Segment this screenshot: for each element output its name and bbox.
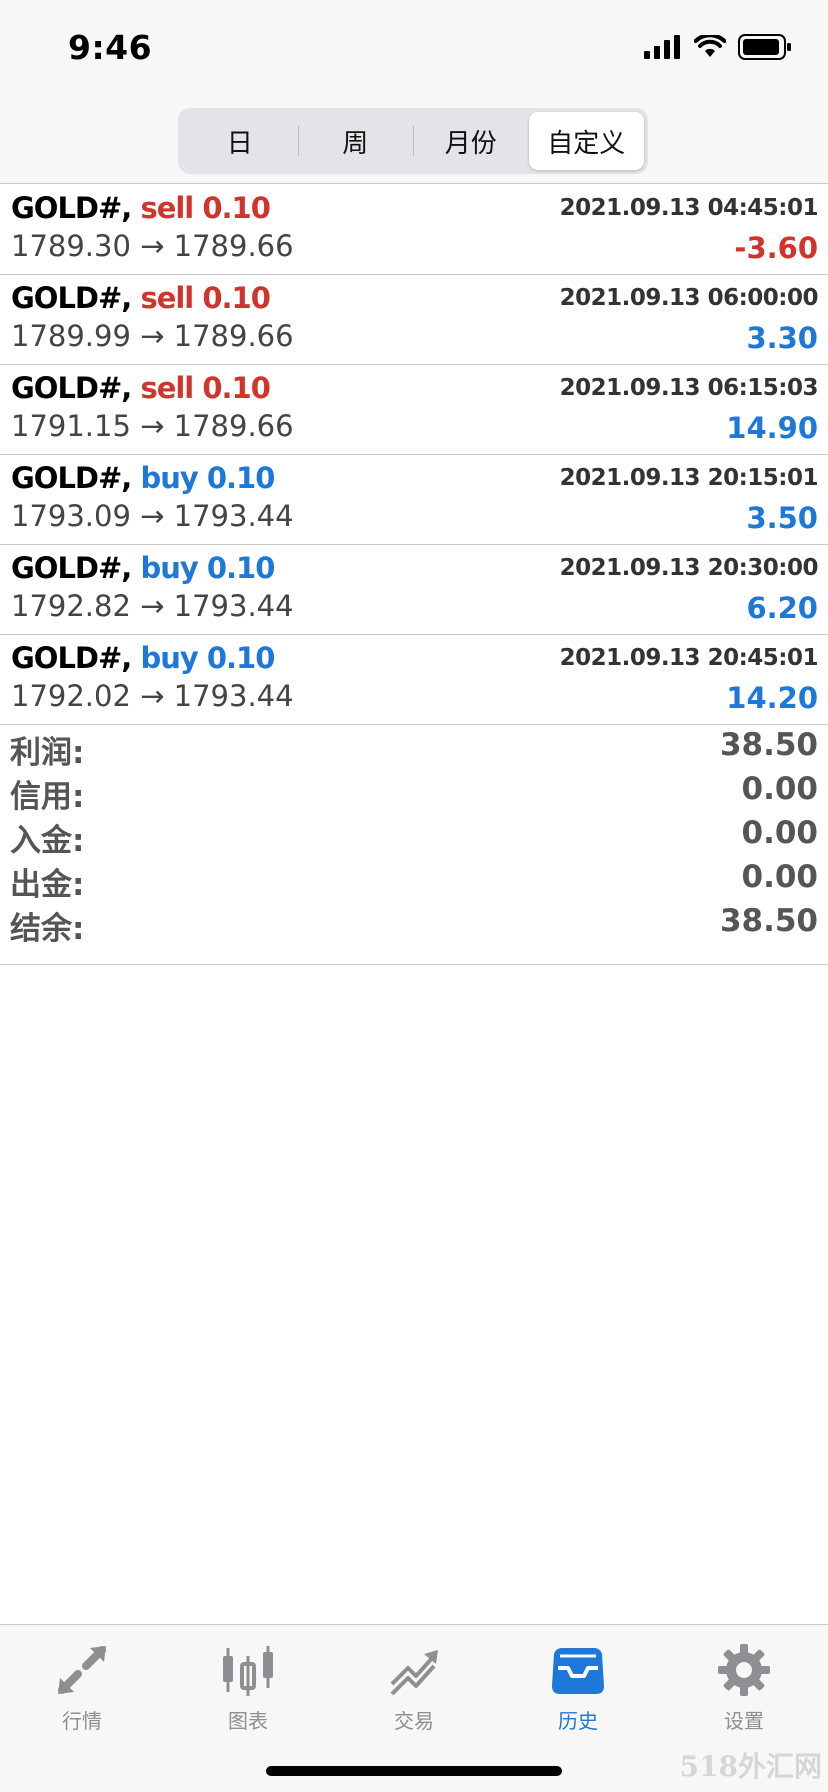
summary-label: 利润: <box>10 735 85 771</box>
summary-value: 0.00 <box>741 859 819 895</box>
deal-prices: 1792.02 → 1793.44 <box>11 679 294 713</box>
deal-profit: 6.20 <box>746 591 818 625</box>
deal-side: sell 0.10 <box>140 191 270 225</box>
cellular-signal-icon <box>644 35 680 59</box>
deal-row[interactable]: GOLD#, sell 0.10 2021.09.13 04:45:01 178… <box>0 185 828 275</box>
deal-prices: 1791.15 → 1789.66 <box>11 409 294 443</box>
trade-trend-icon <box>390 1650 438 1696</box>
tab-label: 行情 <box>62 1709 102 1733</box>
deal-profit: 3.30 <box>746 321 818 355</box>
deal-time: 2021.09.13 20:30:00 <box>559 555 819 581</box>
period-tab-week[interactable]: 周 <box>297 112 414 170</box>
tab-charts[interactable]: 图表 <box>188 1639 308 1739</box>
deal-profit: 14.20 <box>726 681 818 715</box>
deal-list: GOLD#, sell 0.10 2021.09.13 04:45:01 178… <box>0 185 828 725</box>
deal-symbol: GOLD#, <box>11 371 132 405</box>
home-indicator[interactable] <box>266 1766 562 1776</box>
summary-profit: 利润: 38.50 <box>0 725 828 771</box>
watermark: 518外汇网 <box>679 1750 822 1783</box>
summary-label: 出金: <box>10 867 85 903</box>
deal-prices: 1793.09 → 1793.44 <box>11 499 294 533</box>
period-segmented-control: 日 周 月份 自定义 <box>178 108 648 174</box>
status-time: 9:46 <box>68 28 153 67</box>
deal-profit: -3.60 <box>734 231 818 265</box>
deal-symbol: GOLD#, <box>11 641 132 675</box>
period-tab-custom[interactable]: 自定义 <box>528 112 644 170</box>
summary-balance: 结余: 38.50 <box>0 901 828 947</box>
summary-value: 0.00 <box>741 815 819 851</box>
deal-profit: 14.90 <box>726 411 818 445</box>
status-icons <box>644 34 792 60</box>
summary-label: 入金: <box>10 823 85 859</box>
deal-symbol: GOLD#, <box>11 191 132 225</box>
wifi-icon <box>694 35 726 57</box>
deal-side: sell 0.10 <box>140 371 270 405</box>
tab-label: 历史 <box>558 1709 598 1733</box>
summary-value: 0.00 <box>741 771 819 807</box>
deal-row[interactable]: GOLD#, buy 0.10 2021.09.13 20:30:00 1792… <box>0 545 828 635</box>
deal-time: 2021.09.13 20:15:01 <box>559 465 819 491</box>
period-tab-day[interactable]: 日 <box>182 112 298 170</box>
deal-prices: 1789.30 → 1789.66 <box>11 229 294 263</box>
tab-label: 设置 <box>724 1709 764 1733</box>
deal-time: 2021.09.13 06:15:03 <box>559 375 819 401</box>
deal-symbol: GOLD#, <box>11 551 132 585</box>
history-inbox-icon <box>552 1648 604 1694</box>
candlestick-chart-icon <box>223 1646 273 1696</box>
summary-value: 38.50 <box>719 727 818 763</box>
period-tab-month[interactable]: 月份 <box>413 112 529 170</box>
battery-icon <box>738 34 791 60</box>
header: 9:46 日 周 月份 自定义 <box>0 0 828 184</box>
deal-profit: 3.50 <box>746 501 818 535</box>
deal-prices: 1792.82 → 1793.44 <box>11 589 294 623</box>
deal-time: 2021.09.13 04:45:01 <box>559 195 819 221</box>
gear-icon <box>718 1644 770 1696</box>
summary-deposit: 入金: 0.00 <box>0 813 828 859</box>
deal-side: sell 0.10 <box>140 281 270 315</box>
summary-credit: 信用: 0.00 <box>0 769 828 815</box>
deal-time: 2021.09.13 06:00:00 <box>559 285 819 311</box>
deal-time: 2021.09.13 20:45:01 <box>559 645 819 671</box>
deal-side: buy 0.10 <box>140 551 275 585</box>
deal-side: buy 0.10 <box>140 461 275 495</box>
deal-prices: 1789.99 → 1789.66 <box>11 319 294 353</box>
tab-label: 交易 <box>394 1709 434 1733</box>
tab-label: 图表 <box>228 1709 268 1733</box>
deal-row[interactable]: GOLD#, sell 0.10 2021.09.13 06:00:00 178… <box>0 275 828 365</box>
deal-symbol: GOLD#, <box>11 281 132 315</box>
deal-row[interactable]: GOLD#, buy 0.10 2021.09.13 20:45:01 1792… <box>0 635 828 725</box>
deal-side: buy 0.10 <box>140 641 275 675</box>
summary-label: 信用: <box>10 779 85 815</box>
tab-trade[interactable]: 交易 <box>354 1639 474 1739</box>
summary-withdrawal: 出金: 0.00 <box>0 857 828 903</box>
tab-history[interactable]: 历史 <box>518 1639 638 1739</box>
deal-row[interactable]: GOLD#, sell 0.10 2021.09.13 06:15:03 179… <box>0 365 828 455</box>
deal-row[interactable]: GOLD#, buy 0.10 2021.09.13 20:15:01 1793… <box>0 455 828 545</box>
summary-label: 结余: <box>10 911 85 947</box>
account-summary: 利润: 38.50 信用: 0.00 入金: 0.00 出金: 0.00 结余:… <box>0 725 828 965</box>
summary-value: 38.50 <box>719 903 818 939</box>
quotes-arrows-icon <box>58 1646 106 1694</box>
tab-quotes[interactable]: 行情 <box>22 1639 142 1739</box>
deal-symbol: GOLD#, <box>11 461 132 495</box>
tab-settings[interactable]: 设置 <box>684 1639 804 1739</box>
